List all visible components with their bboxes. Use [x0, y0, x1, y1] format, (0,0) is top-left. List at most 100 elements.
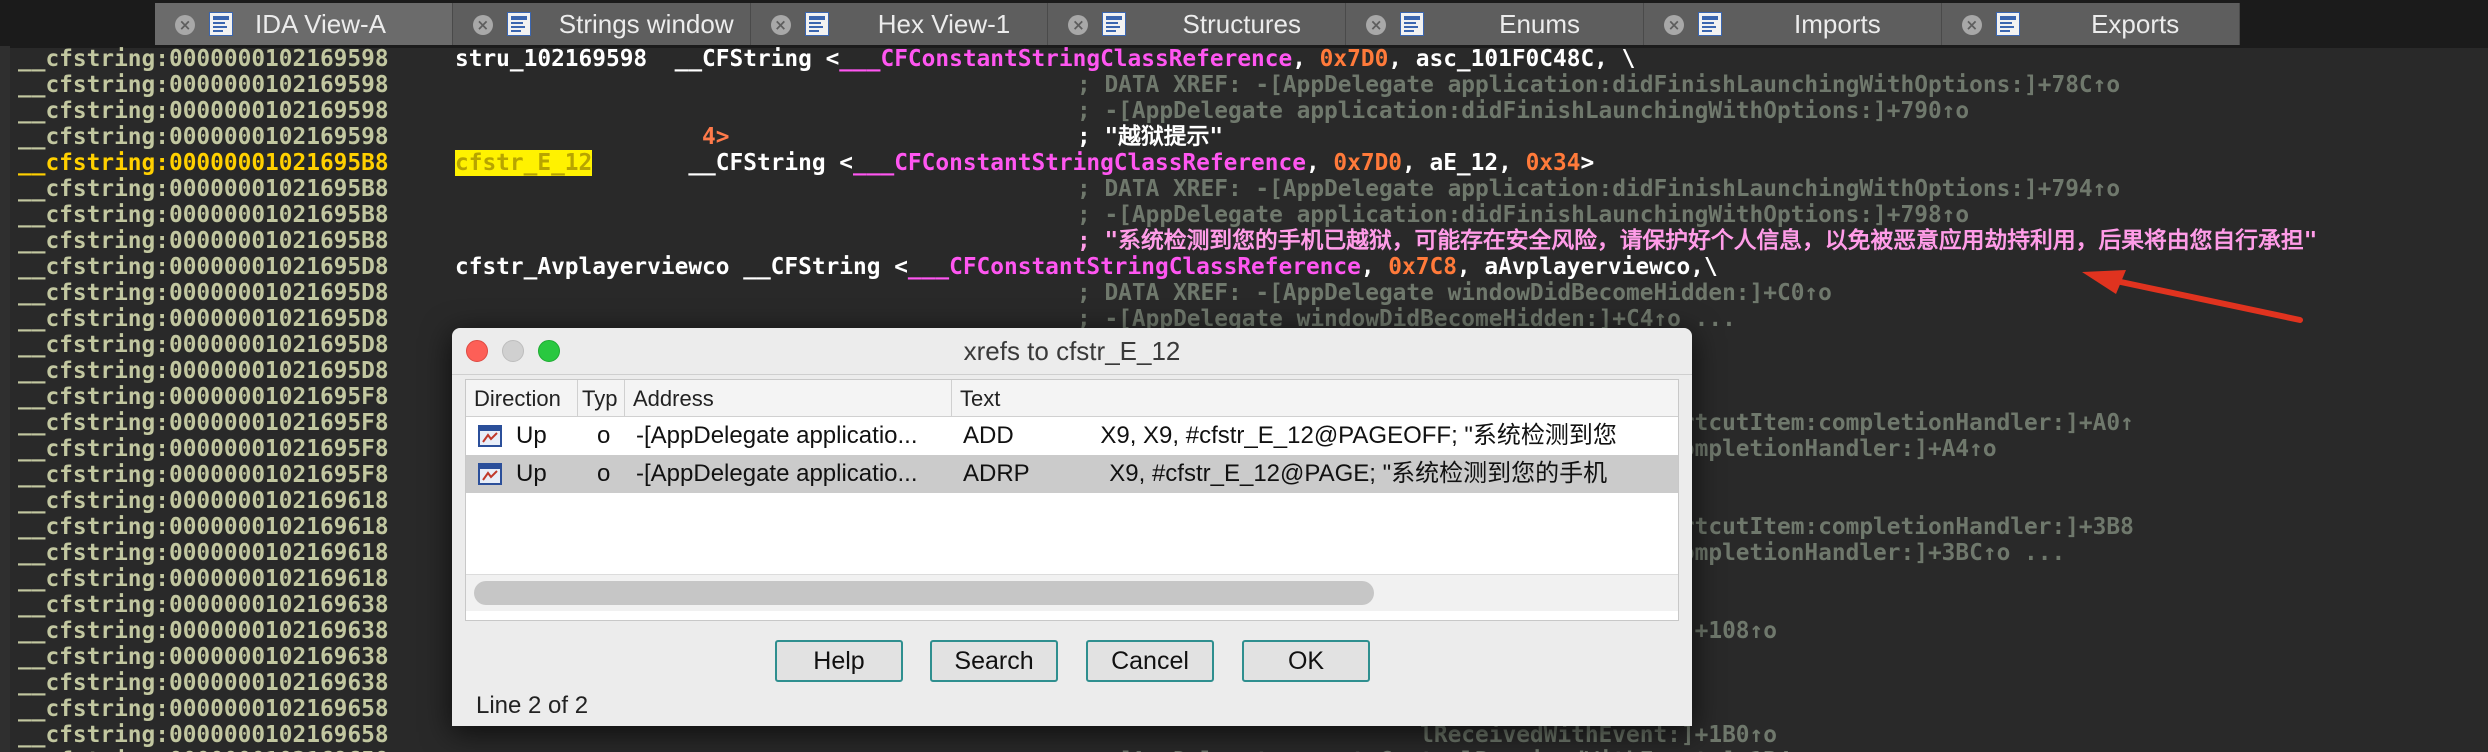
listing-line[interactable]: __cfstring:00000001021695B8 ; DATA XREF: … [0, 176, 2488, 202]
line-address: __cfstring:00000001021695D8 [18, 358, 389, 384]
table-row[interactable]: Up o -[AppDelegate applicatio... ADRP X9, #… [466, 455, 1678, 493]
tab-label: Structures [1182, 9, 1302, 39]
tab-label: Hex View-1 [877, 9, 1011, 39]
close-icon[interactable]: × [1366, 15, 1387, 35]
help-button[interactable]: Help [775, 640, 903, 682]
column-header-direction[interactable]: Direction [466, 380, 578, 416]
listing-line[interactable]: __cfstring:00000001021695B8 ; -[AppDelega… [0, 202, 2488, 228]
line-marker [0, 72, 10, 98]
tab-label: Strings window [558, 9, 734, 39]
tab-enums[interactable]: × Enums [1346, 3, 1644, 45]
xref-code-icon [478, 462, 502, 486]
line-marker [0, 540, 10, 566]
code-token[interactable]: ___CFConstantStringClassReference [853, 150, 1306, 176]
line-marker [0, 618, 10, 644]
line-address: __cfstring:00000001021695B8 [18, 228, 389, 254]
row-direction: Up [516, 460, 547, 487]
code-token: 0x7C8 [1388, 254, 1457, 280]
line-marker [0, 488, 10, 514]
highlighted-symbol[interactable]: cfstr_E_12 [455, 150, 593, 176]
line-marker [0, 124, 10, 150]
tab-hex-view-1[interactable]: × Hex View-1 [751, 3, 1049, 45]
code-token: 0x7D0 [1333, 150, 1403, 176]
close-icon[interactable]: × [770, 15, 791, 35]
dialog-titlebar[interactable]: xrefs to cfstr_E_12 [452, 328, 1692, 375]
search-button[interactable]: Search [930, 640, 1058, 682]
line-marker [0, 46, 10, 72]
listing-line[interactable]: __cfstring:0000000102169658 ; -[AppDelega… [0, 748, 2488, 752]
close-icon[interactable]: × [1663, 15, 1684, 35]
dialog-title: xrefs to cfstr_E_12 [963, 336, 1181, 366]
tab-exports[interactable]: × Exports [1942, 3, 2240, 45]
code-token: , [1305, 150, 1334, 176]
code-token: , asc_101F0C48C, \ [1388, 46, 1636, 72]
line-marker [0, 202, 10, 228]
listing-line[interactable]: __cfstring:00000001021695B8 ; "系统检测到您的手机已… [0, 228, 2488, 254]
listing-line[interactable]: __cfstring:0000000102169598 ; DATA XREF: … [0, 72, 2488, 98]
listing-line[interactable]: __cfstring:0000000102169598 stru_10216959… [0, 46, 2488, 72]
listing-line[interactable]: __cfstring:0000000102169598 ; -[AppDelega… [0, 98, 2488, 124]
line-address: __cfstring:0000000102169638 [18, 670, 389, 696]
line-address: __cfstring:00000001021695F8 [18, 436, 389, 462]
row-address: -[AppDelegate applicatio... [636, 422, 918, 449]
listing-line[interactable]: __cfstring:00000001021695B8 cfstr_E_12 __… [0, 150, 2488, 176]
line-marker [0, 306, 10, 332]
line-marker [0, 722, 10, 748]
line-address: __cfstring:0000000102169658 [18, 696, 389, 722]
line-address: __cfstring:0000000102169638 [18, 644, 389, 670]
row-type: o [597, 460, 611, 487]
line-marker [0, 176, 10, 202]
tab-imports[interactable]: × Imports [1644, 3, 1942, 45]
line-marker [0, 332, 10, 358]
line-address: __cfstring:00000001021695D8 [18, 280, 389, 306]
tab-ida-view-a[interactable]: × IDA View-A [155, 3, 453, 45]
line-marker [0, 670, 10, 696]
close-icon[interactable]: × [1068, 15, 1089, 35]
row-direction: Up [516, 422, 547, 449]
line-marker [0, 462, 10, 488]
imports-icon [1697, 12, 1722, 36]
code-token[interactable]: ___CFConstantStringClassReference [839, 46, 1292, 72]
line-address: __cfstring:00000001021695D8 [18, 306, 389, 332]
tab-strings-window[interactable]: × Strings window [453, 3, 751, 45]
tab-bar: × IDA View-A × Strings window × Hex View-1 × St… [0, 0, 2488, 48]
column-header-address[interactable]: Address [625, 380, 952, 416]
line-comment: ; -[AppDelegate remoteControlReceivedWit… [1077, 748, 1873, 752]
row-text: ADRP X9, #cfstr_E_12@PAGE; "系统检测到您的手机 [963, 460, 1608, 487]
line-marker [0, 410, 10, 436]
line-address: __cfstring:00000001021695F8 [18, 410, 389, 436]
close-icon[interactable]: × [1961, 15, 1982, 35]
cancel-button[interactable]: Cancel [1086, 640, 1214, 682]
tab-label: Exports [2091, 9, 2180, 39]
ok-button[interactable]: OK [1242, 640, 1370, 682]
line-address: __cfstring:0000000102169618 [18, 566, 389, 592]
horizontal-scrollbar-track[interactable] [466, 574, 1678, 611]
listing-line[interactable]: __cfstring:0000000102169598 4> ; "越狱提示" [0, 124, 2488, 150]
line-comment: ; DATA XREF: -[AppDelegate application:d… [1077, 176, 2121, 202]
line-marker [0, 514, 10, 540]
line-marker [0, 644, 10, 670]
line-address: __cfstring:00000001021695B8 [18, 202, 389, 228]
code-token: , [1292, 46, 1320, 72]
tab-strip: × IDA View-A × Strings window × Hex View-1 × St… [155, 3, 2240, 45]
code-token[interactable]: ___CFConstantStringClassReference [908, 254, 1361, 280]
line-address: __cfstring:00000001021695D8 [18, 332, 389, 358]
row-address: -[AppDelegate applicatio... [636, 460, 918, 487]
xrefs-table[interactable]: Direction Typ Address Text Up o -[AppDeleg… [465, 379, 1679, 621]
column-header-text[interactable]: Text [952, 380, 1678, 416]
column-header-type[interactable]: Typ [578, 380, 625, 416]
line-comment: ; -[AppDelegate application:didFinishLau… [1077, 202, 1970, 228]
line-address: __cfstring:0000000102169618 [18, 514, 389, 540]
line-address: __cfstring:0000000102169598 [18, 46, 389, 72]
table-header: Direction Typ Address Text [466, 380, 1678, 417]
line-address: __cfstring:0000000102169638 [18, 618, 389, 644]
table-row[interactable]: Up o -[AppDelegate applicatio... ADD X9, X9… [466, 417, 1678, 455]
close-icon[interactable]: × [175, 15, 195, 35]
horizontal-scrollbar-thumb[interactable] [474, 581, 1374, 605]
close-icon[interactable]: × [472, 15, 493, 35]
line-marker [0, 384, 10, 410]
ida-view-icon [209, 12, 233, 36]
tab-structures[interactable]: × Structures [1048, 3, 1347, 45]
code-token: stru_102169598 __CFString < [455, 46, 840, 72]
tab-label: Imports [1794, 9, 1881, 39]
